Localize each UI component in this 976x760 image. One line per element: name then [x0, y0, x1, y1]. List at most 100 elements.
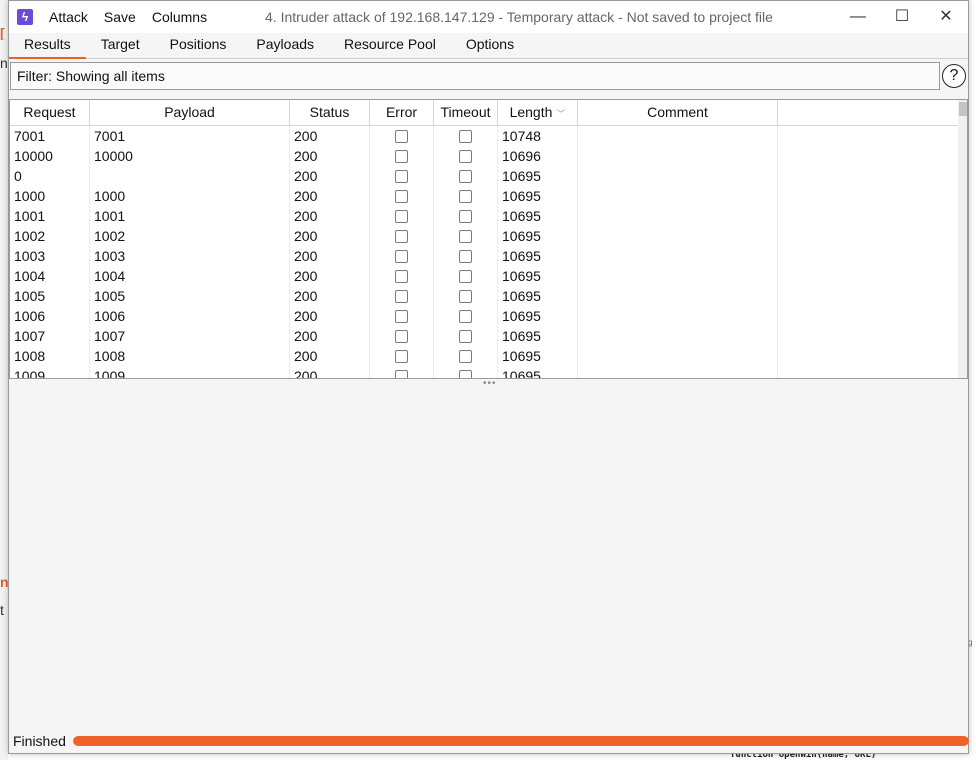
close-icon[interactable]: ✕ — [931, 5, 961, 29]
cell-timeout — [434, 246, 498, 266]
cell-comment — [578, 126, 778, 146]
table-row[interactable]: 1003 1003 200 10695 — [10, 246, 958, 266]
cell-request: 1009 — [10, 366, 90, 378]
cell-request: 0 — [10, 166, 90, 186]
timeout-checkbox — [459, 229, 472, 243]
menu-save[interactable]: Save — [104, 9, 136, 25]
cell-spacer — [778, 246, 958, 266]
table-row[interactable]: 7001 7001 200 10748 — [10, 126, 958, 146]
table-row[interactable]: 1005 1005 200 10695 — [10, 286, 958, 306]
help-icon[interactable]: ? — [942, 64, 966, 88]
tab-payloads[interactable]: Payloads — [241, 33, 329, 59]
vertical-scrollbar[interactable] — [958, 100, 967, 378]
table-row[interactable]: 1001 1001 200 10695 — [10, 206, 958, 226]
cell-payload: 1002 — [90, 226, 290, 246]
column-header-status[interactable]: Status — [290, 100, 370, 126]
column-header-payload[interactable]: Payload — [90, 100, 290, 126]
cell-request: 1008 — [10, 346, 90, 366]
tab-positions[interactable]: Positions — [155, 33, 242, 59]
cell-payload: 1005 — [90, 286, 290, 306]
cell-length: 10695 — [498, 366, 578, 378]
cell-timeout — [434, 206, 498, 226]
cell-status: 200 — [290, 286, 370, 306]
error-checkbox — [395, 189, 408, 203]
progress-bar-fill — [73, 736, 969, 746]
error-checkbox — [395, 149, 408, 163]
cell-timeout — [434, 306, 498, 326]
minimize-icon[interactable]: — — [843, 5, 873, 29]
cell-spacer — [778, 166, 958, 186]
cell-spacer — [778, 366, 958, 378]
cell-timeout — [434, 166, 498, 186]
error-checkbox — [395, 269, 408, 283]
maximize-icon[interactable]: ☐ — [887, 5, 917, 29]
cell-spacer — [778, 126, 958, 146]
table-row[interactable]: 10000 10000 200 10696 — [10, 146, 958, 166]
cell-comment — [578, 306, 778, 326]
table-row[interactable]: 1002 1002 200 10695 — [10, 226, 958, 246]
cell-timeout — [434, 186, 498, 206]
error-checkbox — [395, 369, 408, 378]
scrollbar-thumb[interactable] — [959, 102, 967, 116]
cell-request: 1003 — [10, 246, 90, 266]
background-fragment: t — [0, 603, 4, 617]
cell-status: 200 — [290, 166, 370, 186]
table-row[interactable]: 1000 1000 200 10695 — [10, 186, 958, 206]
tab-resource-pool[interactable]: Resource Pool — [329, 33, 451, 59]
timeout-checkbox — [459, 149, 472, 163]
cell-payload: 1007 — [90, 326, 290, 346]
cell-payload: 1008 — [90, 346, 290, 366]
table-row[interactable]: 1008 1008 200 10695 — [10, 346, 958, 366]
error-checkbox — [395, 349, 408, 363]
error-checkbox — [395, 329, 408, 343]
cell-spacer — [778, 306, 958, 326]
column-header-length[interactable]: Length ﹀ — [498, 100, 578, 126]
cell-comment — [578, 366, 778, 378]
cell-status: 200 — [290, 346, 370, 366]
cell-length: 10695 — [498, 246, 578, 266]
cell-request: 1001 — [10, 206, 90, 226]
cell-status: 200 — [290, 246, 370, 266]
background-left-strip — [0, 0, 8, 760]
tab-results[interactable]: Results — [9, 33, 86, 59]
cell-payload: 1006 — [90, 306, 290, 326]
cell-status: 200 — [290, 326, 370, 346]
cell-request: 1007 — [10, 326, 90, 346]
cell-error — [370, 306, 434, 326]
column-header-comment[interactable]: Comment — [578, 100, 778, 126]
cell-spacer — [778, 346, 958, 366]
error-checkbox — [395, 169, 408, 183]
cell-timeout — [434, 146, 498, 166]
tab-options[interactable]: Options — [451, 33, 529, 59]
tab-target[interactable]: Target — [86, 33, 155, 59]
results-table: Request Payload Status Error Timeout Len… — [9, 99, 968, 379]
cell-comment — [578, 346, 778, 366]
timeout-checkbox — [459, 209, 472, 223]
column-header-timeout[interactable]: Timeout — [434, 100, 498, 126]
cell-timeout — [434, 346, 498, 366]
cell-error — [370, 146, 434, 166]
cell-error — [370, 326, 434, 346]
cell-comment — [578, 226, 778, 246]
error-checkbox — [395, 129, 408, 143]
cell-comment — [578, 286, 778, 306]
timeout-checkbox — [459, 269, 472, 283]
table-row[interactable]: 0 200 10695 — [10, 166, 958, 186]
status-bar: Finished — [9, 731, 969, 753]
cell-payload: 1000 — [90, 186, 290, 206]
table-row[interactable]: 1004 1004 200 10695 — [10, 266, 958, 286]
cell-spacer — [778, 186, 958, 206]
timeout-checkbox — [459, 249, 472, 263]
menu-columns[interactable]: Columns — [152, 9, 207, 25]
column-header-request[interactable]: Request — [10, 100, 90, 126]
cell-length: 10695 — [498, 206, 578, 226]
cell-request: 7001 — [10, 126, 90, 146]
menu-attack[interactable]: Attack — [49, 9, 88, 25]
column-header-error[interactable]: Error — [370, 100, 434, 126]
cell-comment — [578, 246, 778, 266]
table-row[interactable]: 1006 1006 200 10695 — [10, 306, 958, 326]
timeout-checkbox — [459, 309, 472, 323]
filter-bar[interactable]: Filter: Showing all items — [10, 62, 940, 90]
table-header: Request Payload Status Error Timeout Len… — [10, 100, 958, 126]
table-row[interactable]: 1007 1007 200 10695 — [10, 326, 958, 346]
